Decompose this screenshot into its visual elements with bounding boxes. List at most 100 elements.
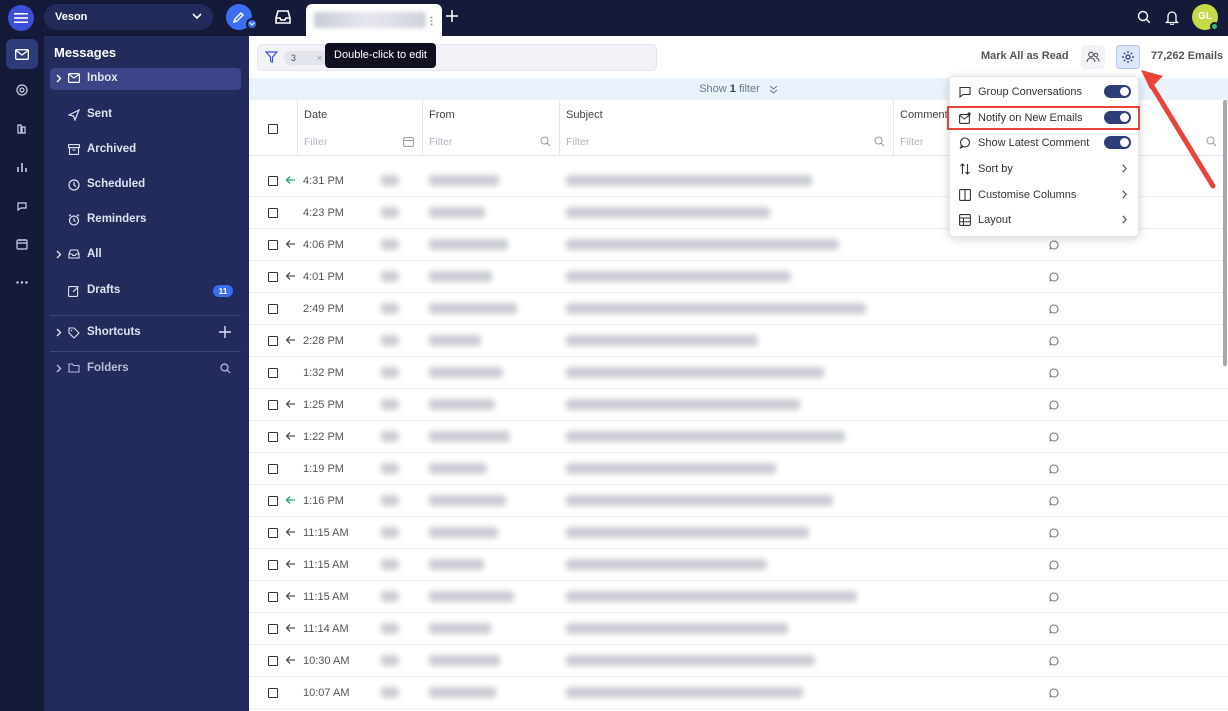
clear-filter-icon[interactable]: × — [317, 51, 322, 65]
table-row[interactable]: 11:14 AM — [249, 613, 1228, 645]
search-icon[interactable] — [1206, 136, 1217, 147]
comment-icon[interactable] — [1049, 400, 1059, 410]
menu-item-group-conversations[interactable]: Group Conversations — [950, 81, 1140, 103]
row-checkbox[interactable] — [268, 336, 278, 346]
filter-count-chip[interactable]: 3 × — [284, 51, 328, 65]
sidebar-item-inbox[interactable]: Inbox — [50, 68, 241, 90]
row-checkbox[interactable] — [268, 400, 278, 410]
comment-icon[interactable] — [1049, 368, 1059, 378]
sidebar-item-folders[interactable]: Folders — [50, 358, 241, 380]
comment-filter[interactable]: Filter — [900, 136, 923, 148]
comment-icon[interactable] — [1049, 496, 1059, 506]
bell-icon[interactable] — [1165, 10, 1179, 25]
row-checkbox[interactable] — [268, 272, 278, 282]
compose-dropdown-badge[interactable] — [246, 18, 258, 30]
mark-all-read-button[interactable]: Mark All as Read — [981, 50, 1069, 62]
column-header-from[interactable]: From — [429, 109, 455, 121]
row-checkbox[interactable] — [268, 368, 278, 378]
inbox-tray-icon[interactable] — [274, 9, 292, 25]
column-header-date[interactable]: Date — [304, 109, 327, 121]
vertical-scrollbar[interactable] — [1223, 100, 1227, 366]
sidebar-item-archived[interactable]: Archived — [50, 139, 241, 161]
settings-gear-button[interactable] — [1116, 45, 1140, 69]
row-checkbox[interactable] — [268, 528, 278, 538]
comment-icon[interactable] — [1049, 528, 1059, 538]
row-checkbox[interactable] — [268, 432, 278, 442]
sidebar-item-reminders[interactable]: Reminders — [50, 209, 241, 231]
table-row[interactable]: 11:15 AM — [249, 517, 1228, 549]
table-row[interactable]: 2:28 PM — [249, 325, 1228, 357]
sidebar-item-drafts[interactable]: Drafts 11 — [50, 280, 241, 302]
comment-icon[interactable] — [1049, 688, 1059, 698]
add-tab-icon[interactable] — [446, 10, 458, 22]
row-checkbox[interactable] — [268, 592, 278, 602]
comment-icon[interactable] — [1049, 432, 1059, 442]
search-icon[interactable] — [1137, 10, 1151, 24]
table-row[interactable]: 2:49 PM — [249, 293, 1228, 325]
search-icon[interactable] — [540, 136, 551, 147]
sender-redacted — [429, 527, 498, 538]
row-checkbox[interactable] — [268, 176, 278, 186]
row-checkbox[interactable] — [268, 560, 278, 570]
row-checkbox[interactable] — [268, 656, 278, 666]
date-filter[interactable]: Filter — [304, 136, 327, 148]
group-conversations-toggle[interactable] — [1104, 85, 1131, 98]
row-checkbox[interactable] — [268, 240, 278, 250]
workspace-selector[interactable]: Veson — [44, 4, 213, 30]
row-checkbox[interactable] — [268, 624, 278, 634]
table-row[interactable]: 1:32 PM — [249, 357, 1228, 389]
comment-icon[interactable] — [1049, 464, 1059, 474]
row-checkbox[interactable] — [268, 496, 278, 506]
table-row[interactable]: 10:30 AM — [249, 645, 1228, 677]
sidebar-item-all[interactable]: All — [50, 244, 241, 266]
table-row[interactable]: 1:16 PM — [249, 485, 1228, 517]
comment-icon[interactable] — [1049, 624, 1059, 634]
column-header-comment[interactable]: Comment — [900, 109, 948, 121]
rail-contacts[interactable] — [6, 75, 38, 105]
search-icon[interactable] — [874, 136, 885, 147]
participants-button[interactable] — [1081, 45, 1105, 69]
sidebar-item-sent[interactable]: Sent — [50, 104, 241, 126]
menu-item-show-latest-comment[interactable]: Show Latest Comment — [950, 132, 1140, 154]
row-checkbox[interactable] — [268, 208, 278, 218]
comment-icon[interactable] — [1049, 560, 1059, 570]
sidebar-item-shortcuts[interactable]: Shortcuts — [50, 322, 241, 344]
rail-messages[interactable] — [6, 39, 38, 69]
search-icon[interactable] — [220, 363, 231, 374]
rail-chat[interactable] — [6, 191, 38, 221]
table-row[interactable]: 11:15 AM — [249, 581, 1228, 613]
filter-bar[interactable]: 3 × — [257, 44, 657, 71]
hamburger-menu-button[interactable] — [8, 5, 34, 31]
rail-reports[interactable] — [6, 152, 38, 182]
comment-icon[interactable] — [1049, 240, 1059, 250]
row-checkbox[interactable] — [268, 464, 278, 474]
table-row[interactable]: 1:25 PM — [249, 389, 1228, 421]
column-header-subject[interactable]: Subject — [566, 109, 603, 121]
rail-more[interactable] — [6, 267, 38, 297]
menu-item-sort-by[interactable]: Sort by — [950, 158, 1140, 180]
comment-icon[interactable] — [1049, 304, 1059, 314]
show-latest-comment-toggle[interactable] — [1104, 136, 1131, 149]
rail-calendar[interactable] — [6, 229, 38, 259]
comment-icon[interactable] — [1049, 592, 1059, 602]
row-checkbox[interactable] — [268, 304, 278, 314]
rail-ships[interactable] — [6, 114, 38, 144]
menu-item-layout[interactable]: Layout — [950, 209, 1140, 231]
subject-filter[interactable]: Filter — [566, 136, 589, 148]
comment-icon[interactable] — [1049, 656, 1059, 666]
table-row[interactable]: 10:07 AM — [249, 677, 1228, 709]
menu-item-customise-columns[interactable]: Customise Columns — [950, 184, 1140, 206]
add-shortcut-icon[interactable] — [219, 326, 231, 338]
select-all-checkbox[interactable] — [268, 124, 278, 134]
row-checkbox[interactable] — [268, 688, 278, 698]
comment-icon[interactable] — [1049, 336, 1059, 346]
table-row[interactable]: 1:22 PM — [249, 421, 1228, 453]
table-row[interactable]: 4:01 PM — [249, 261, 1228, 293]
active-tab[interactable] — [306, 4, 442, 36]
table-row[interactable]: 11:15 AM — [249, 549, 1228, 581]
from-filter[interactable]: Filter — [429, 136, 452, 148]
calendar-icon[interactable] — [403, 136, 414, 147]
table-row[interactable]: 1:19 PM — [249, 453, 1228, 485]
comment-icon[interactable] — [1049, 272, 1059, 282]
sidebar-item-scheduled[interactable]: Scheduled — [50, 174, 241, 196]
